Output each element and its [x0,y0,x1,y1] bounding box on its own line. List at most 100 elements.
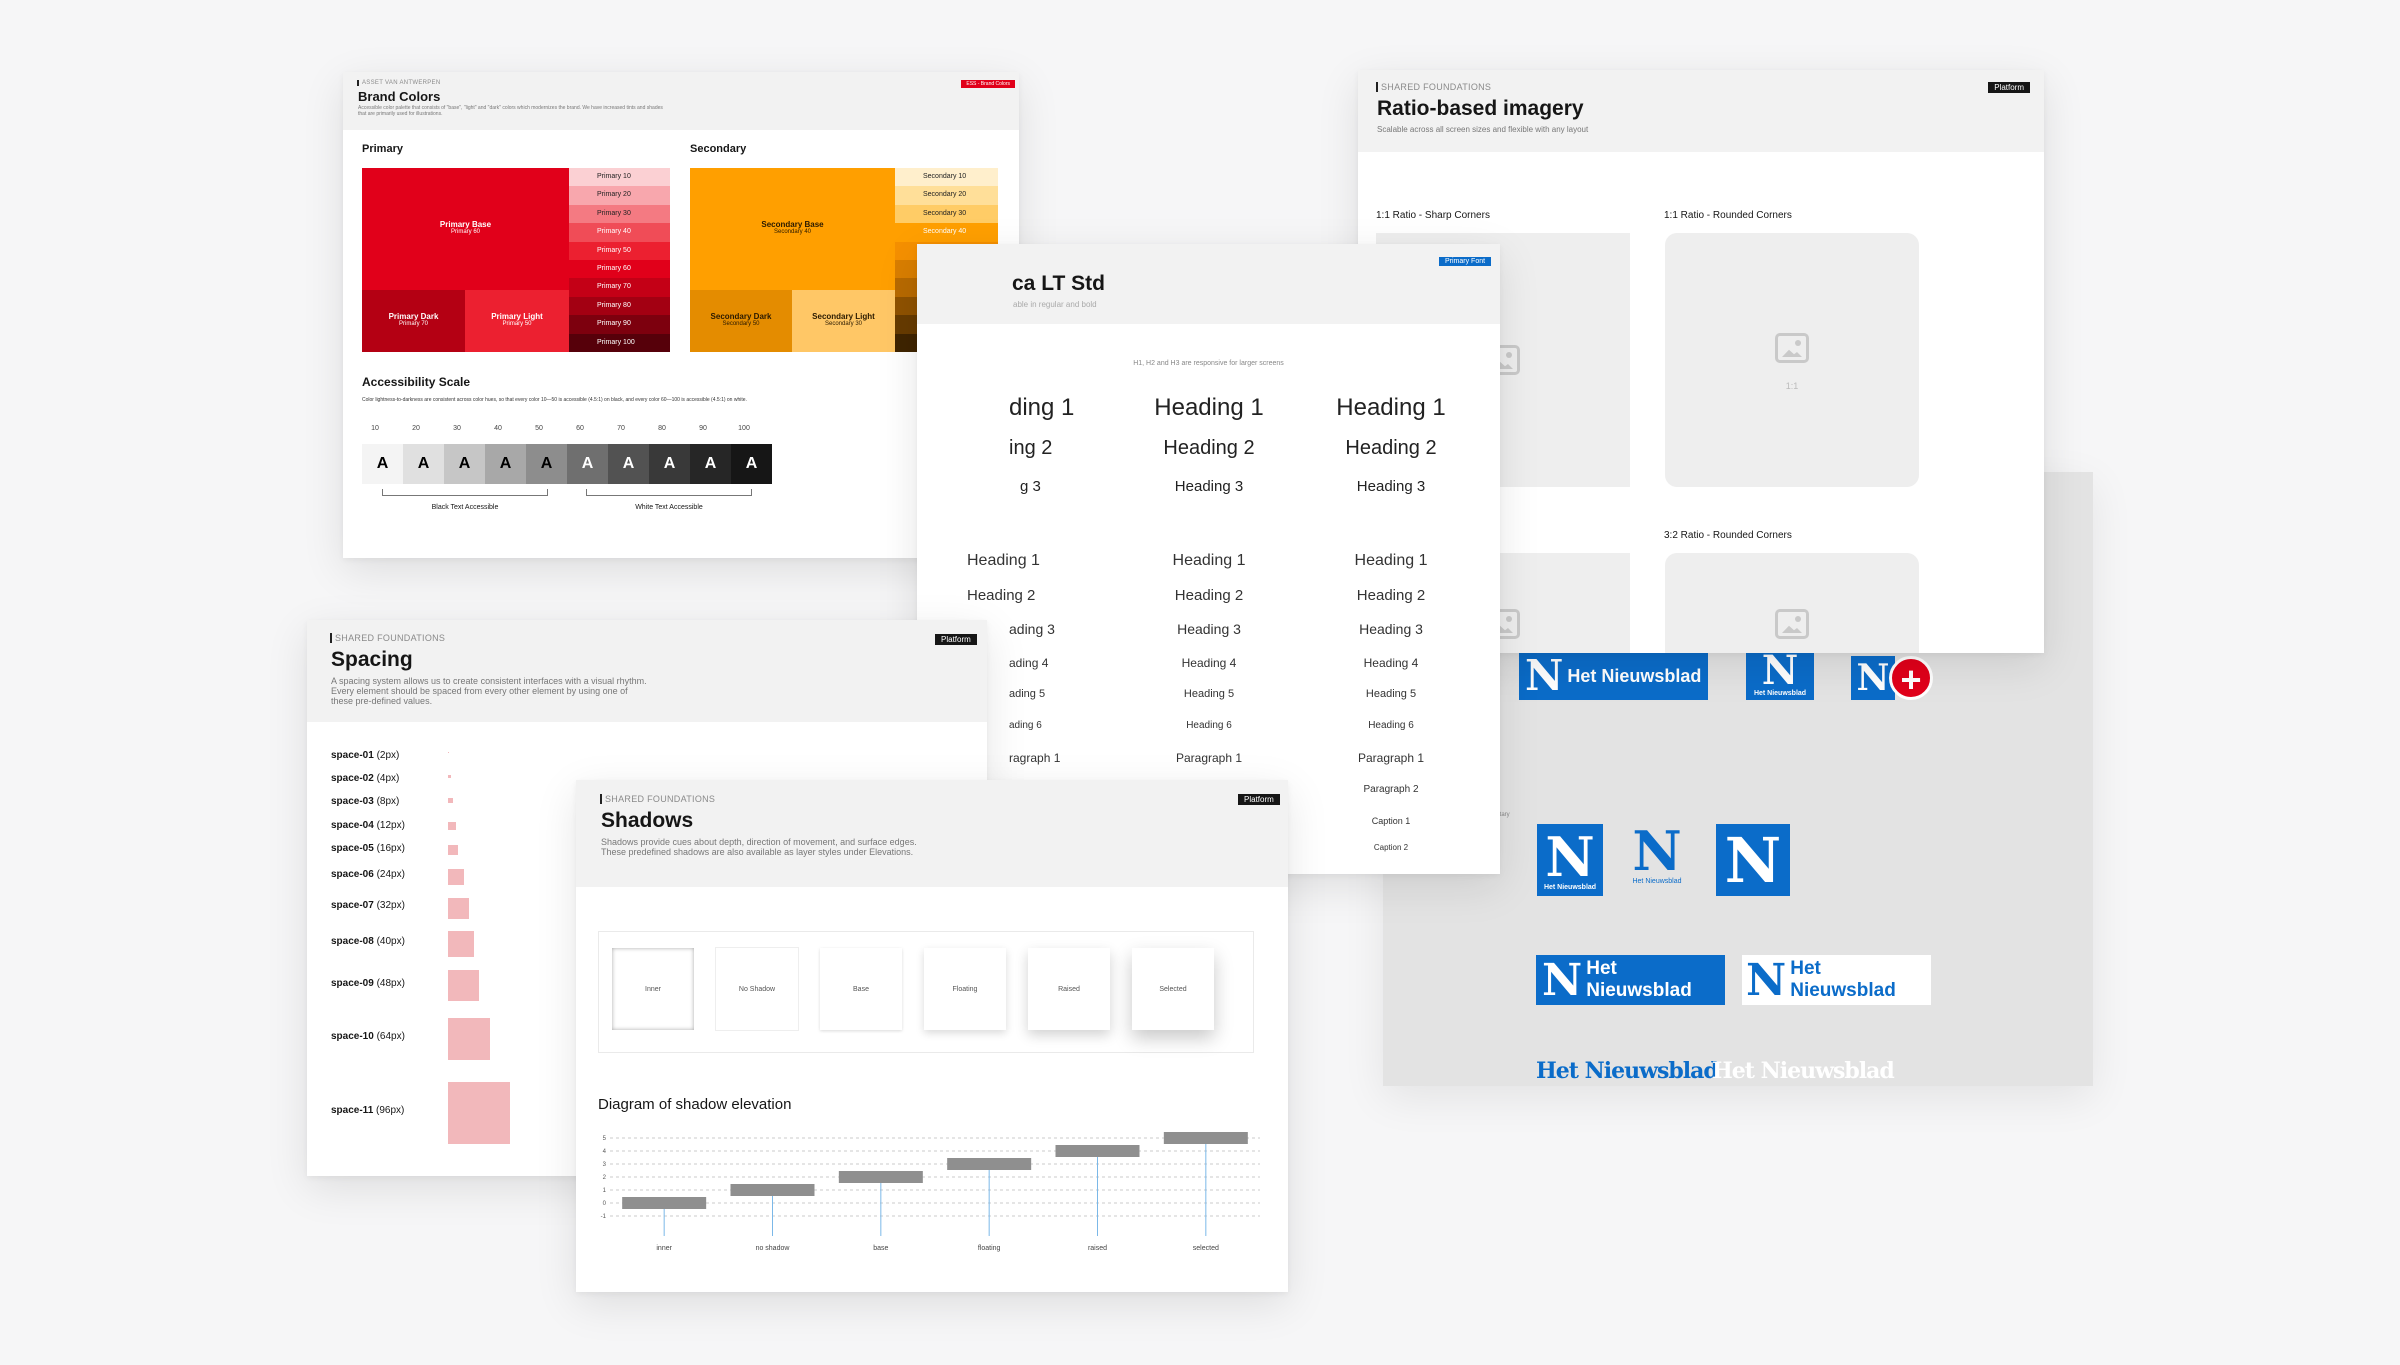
spacing-item-label: space-11 (96px) [331,1105,404,1116]
secondary-scale-label: Secondary 40 [923,228,967,236]
spacing-token: space-09 [331,977,374,989]
primary-dark-label: Primary Dark [388,312,439,321]
shadow-sample-base: Base [820,948,902,1030]
spacing-token: space-08 [331,936,374,947]
spacing-token: space-01 [331,750,374,761]
primary-scale-swatch: Primary 70 [569,278,670,297]
type-sample: Heading 5 [1183,688,1235,700]
logo-stacked-blue: N Het Nieuwsblad [1746,648,1814,700]
primary-light-label: Primary Light [491,312,543,321]
x-tick-label: selected [1193,1245,1219,1252]
type-sample-cropped: Heading 1 [967,552,1040,569]
x-tick-label: no shadow [756,1245,791,1252]
spacing-token: space-11 [331,1105,374,1117]
shadow-samples: Inner No Shadow Base Floating Raised Selected [612,948,1242,1038]
spacing-item-label: space-02 (4px) [331,773,399,784]
elevation-bar [622,1197,707,1209]
primary-base-swatch: Primary Base Primary 60 [362,168,569,290]
spacing-swatch [448,752,450,754]
primary-dark-swatch: Primary Dark Primary 70 [362,290,465,352]
spacing-token: space-02 [331,773,374,784]
imagery-desc: Scalable across all screen sizes and fle… [1377,125,1589,134]
heading-sample: Heading 1 [1336,394,1446,421]
accessibility-tick: 50 [535,425,543,432]
type-sample: Caption 1 [1371,816,1411,826]
y-tick-label: 4 [603,1149,607,1155]
white-bracket [586,489,752,496]
spacing-tag: Platform [935,634,977,645]
shadows-card: SHARED FOUNDATIONS Shadows Shadows provi… [576,780,1288,1292]
accessibility-cell: A [731,444,772,484]
primary-scale-label: Primary 100 [597,338,635,346]
accessibility-tick: 40 [494,425,502,432]
ratio-label: 1:1 [1785,381,1799,391]
spacing-item-label: space-06 (24px) [331,869,405,880]
logo-n-letter: N [1542,954,1583,1006]
shadows-tag: Platform [1238,794,1280,805]
type-sample: Heading 2 [1174,587,1244,604]
spacing-swatch [448,1082,511,1145]
secondary-light-swatch: Secondary Light Secondary 30 [792,290,895,352]
logo-wordmark: Het Nieuwsblad [1586,958,1692,1001]
spacing-px: (32px) [373,900,405,912]
secondary-label: Secondary [690,143,747,155]
accessibility-tick: 100 [738,425,750,432]
brand-tag: ESS - Brand Colors [961,80,1015,88]
logo-n-letter: N [1746,954,1787,1006]
primary-scale: Primary 10 Primary 20 Primary 30 Primary 40… [569,168,670,352]
type-sample: Paragraph 1 [1357,751,1425,765]
secondary-base-label: Secondary Base [761,220,824,229]
logo-n-plus: N + [1851,656,1939,700]
primary-scale-label: Primary 80 [597,301,631,309]
logo-app-icon-1: N Het Nieuwsblad [1537,824,1603,896]
type-sample: Heading 5 [1365,688,1417,700]
brand-title: Brand Colors [358,89,441,104]
type-sample-cropped: ading 3 [1009,621,1055,637]
secondary-scale-swatch: Secondary 40 [895,223,998,242]
shadows-title: Shadows [601,809,694,832]
accessibility-ticks: 10 20 30 40 50 60 70 80 90 100 [362,425,772,437]
heading-sample: Heading 3 [1174,478,1244,495]
shadow-sample-no-shadow: No Shadow [716,948,798,1030]
logo-horizontal-white: N Het Nieuwsblad [1742,954,1931,1006]
logo-wordmark-tiny: Het Nieuwsblad [1632,878,1682,885]
spacing-item-label: space-04 (12px) [331,820,405,831]
spacing-swatch [448,970,480,1002]
spacing-px: (2px) [373,750,400,761]
x-tick-label: raised [1088,1245,1107,1252]
heading-sample: Heading 1 [1154,394,1264,421]
accessibility-cell: A [362,444,403,484]
secondary-dark-swatch: Secondary Dark Secondary 50 [690,290,792,352]
image-placeholder-rounded: 1:1 [1665,233,1919,487]
spacing-token: space-10 [331,1030,374,1042]
secondary-dark-sub: Secondary 50 [722,321,760,327]
x-tick-label: floating [978,1245,1001,1252]
label-rounded: 1:1 Ratio - Rounded Corners [1664,210,1792,221]
shadows-header: SHARED FOUNDATIONS Shadows Shadows provi… [576,780,1288,887]
primary-scale-label: Primary 20 [597,191,631,199]
brand-desc: Accessible color palette that consists o… [358,105,663,117]
heading-sample: Heading 3 [1356,478,1426,495]
spacing-px: (96px) [373,1105,405,1117]
primary-scale-label: Primary 90 [597,320,631,328]
elevation-bar [1055,1145,1140,1157]
spacing-swatch [448,822,456,830]
primary-scale-swatch: Primary 30 [569,204,670,224]
shadows-eyebrow: SHARED FOUNDATIONS [600,794,715,804]
logo-wordmark-small: Het Nieuwsblad [1753,689,1807,697]
y-tick-label: 2 [603,1175,607,1181]
primary-scale-swatch: Primary 100 [569,333,670,352]
plus-icon: + [1889,656,1933,700]
spacing-token: space-04 [331,820,374,831]
x-tick-label: base [873,1245,888,1252]
y-tick-label: -1 [601,1214,607,1220]
spacing-title: Spacing [331,648,413,671]
imagery-tag: Platform [1988,82,2030,93]
primary-scale-label: Primary 10 [597,173,631,180]
shadow-sample-floating: Floating [924,948,1006,1030]
spacing-header: SHARED FOUNDATIONS Spacing A spacing sys… [307,620,987,722]
spacing-token: space-03 [331,796,374,807]
logo-n-letter: N [1761,646,1799,694]
accessibility-scale: AAAAAAAAAA [362,444,772,484]
spacing-px: (48px) [373,977,405,989]
